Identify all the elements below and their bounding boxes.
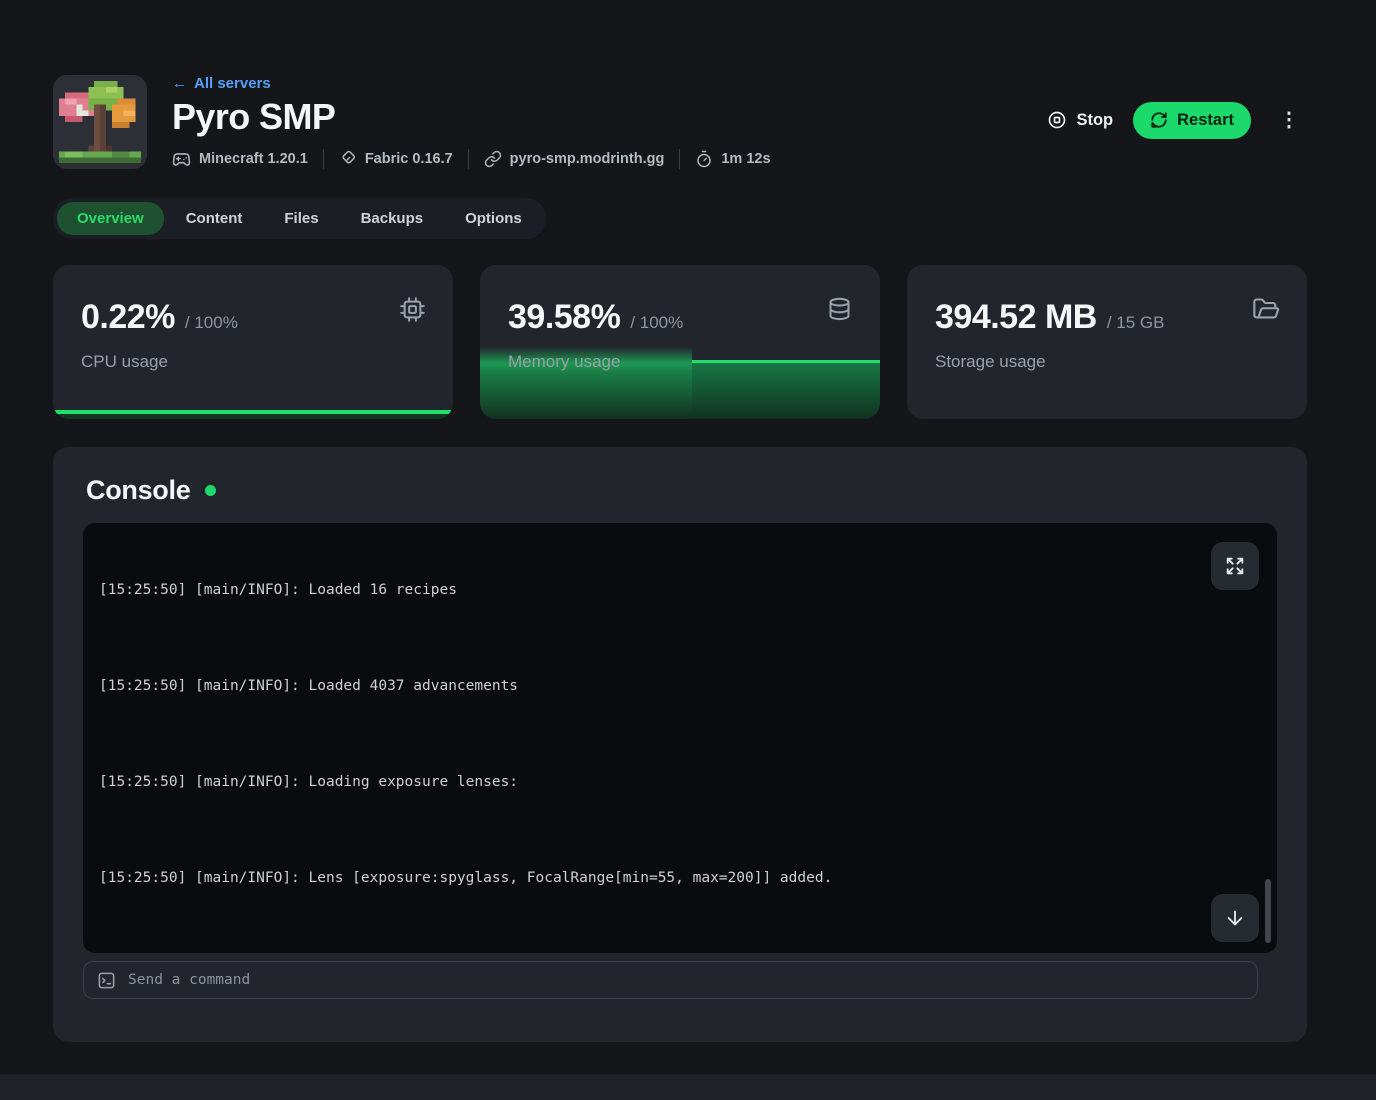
memory-usage-value: 39.58%: [508, 298, 620, 337]
stop-circle-icon: [1047, 110, 1067, 130]
console-scrollbar-thumb[interactable]: [1265, 879, 1271, 943]
log-line: [15:25:50] [main/INFO]: Loaded 4037 adva…: [99, 670, 1261, 702]
log-line: [15:25:50] [main/INFO]: Loaded 16 recipe…: [99, 574, 1261, 606]
meta-label: Fabric 0.16.7: [365, 151, 453, 167]
tab-content[interactable]: Content: [166, 202, 263, 235]
memory-usage-max: / 100%: [630, 313, 683, 333]
log-line: [15:25:50] [main/INFO]: Loading exposure…: [99, 766, 1261, 798]
console-title: Console: [86, 475, 190, 506]
console-log-viewport[interactable]: [15:25:50] [main/INFO]: Loaded 16 recipe…: [83, 523, 1277, 953]
stats-row: 0.22% / 100% CPU usage 39.58% / 100% Mem…: [53, 265, 1307, 419]
memory-usage-label: Memory usage: [508, 352, 852, 372]
server-tabs: Overview Content Files Backups Options: [53, 198, 546, 239]
next-section-edge: [0, 1074, 1376, 1100]
link-icon: [484, 150, 502, 168]
restart-button-label: Restart: [1177, 111, 1234, 130]
folder-open-icon: [1252, 296, 1280, 324]
expand-icon: [1224, 555, 1246, 577]
cpu-usage-max: / 100%: [185, 313, 238, 333]
meta-divider: [323, 149, 324, 169]
meta-label: pyro-smp.modrinth.gg: [510, 151, 665, 167]
cpu-usage-card: 0.22% / 100% CPU usage: [53, 265, 453, 419]
meta-divider: [468, 149, 469, 169]
cpu-usage-graph: [53, 410, 453, 419]
arrow-down-icon: [1224, 907, 1246, 929]
console-fullscreen-button[interactable]: [1211, 542, 1259, 590]
storage-usage-value: 394.52 MB: [935, 298, 1097, 337]
storage-usage-max: / 15 GB: [1107, 313, 1165, 333]
stop-button[interactable]: Stop: [1047, 110, 1113, 130]
gamepad-icon: [172, 150, 191, 169]
scroll-to-bottom-button[interactable]: [1211, 894, 1259, 942]
command-input-row: [83, 961, 1258, 999]
console-card: Console [15:25:50] [main/INFO]: Loaded 1…: [53, 447, 1307, 1042]
meta-uptime: 1m 12s: [695, 150, 770, 168]
fabric-loader-icon: [339, 150, 357, 168]
back-link-label: All servers: [194, 75, 271, 92]
memory-usage-card: 39.58% / 100% Memory usage: [480, 265, 880, 419]
cpu-icon: [399, 296, 426, 323]
server-online-status-dot: [205, 485, 216, 496]
meta-server-address[interactable]: pyro-smp.modrinth.gg: [484, 150, 665, 168]
meta-divider: [679, 149, 680, 169]
kebab-icon: ⋮: [1279, 109, 1299, 131]
database-icon: [826, 296, 853, 323]
tab-options[interactable]: Options: [445, 202, 542, 235]
server-meta-row: Minecraft 1.20.1 Fabric 0.16.7: [172, 149, 771, 169]
meta-game-version: Minecraft 1.20.1: [172, 150, 308, 169]
pixel-tree-image: [53, 75, 147, 169]
timer-icon: [695, 150, 713, 168]
log-line: [15:25:50] [main/INFO]: Lens [exposure:s…: [99, 862, 1261, 894]
console-title-row: Console: [86, 475, 1277, 506]
server-header: ← All servers Pyro SMP Minecraft 1.20.1: [53, 0, 1307, 169]
stop-button-label: Stop: [1076, 111, 1113, 130]
more-options-button[interactable]: ⋮: [1271, 106, 1307, 134]
command-input[interactable]: [128, 972, 1244, 988]
cpu-usage-label: CPU usage: [81, 352, 425, 372]
meta-loader: Fabric 0.16.7: [339, 150, 453, 168]
meta-label: 1m 12s: [721, 151, 770, 167]
back-to-all-servers-link[interactable]: ← All servers: [172, 75, 271, 92]
header-actions: Stop Restart ⋮: [1047, 101, 1307, 139]
console-log: [15:25:50] [main/INFO]: Loaded 16 recipe…: [99, 523, 1261, 953]
back-arrow-icon: ←: [172, 75, 187, 92]
tab-files[interactable]: Files: [264, 202, 338, 235]
restart-icon: [1150, 111, 1168, 129]
cpu-usage-value: 0.22%: [81, 298, 175, 337]
meta-label: Minecraft 1.20.1: [199, 151, 308, 167]
storage-usage-card: 394.52 MB / 15 GB Storage usage: [907, 265, 1307, 419]
storage-usage-label: Storage usage: [935, 352, 1279, 372]
terminal-icon: [97, 971, 116, 990]
server-avatar: [53, 75, 147, 169]
tab-backups[interactable]: Backups: [341, 202, 444, 235]
tab-overview[interactable]: Overview: [57, 202, 164, 235]
restart-button[interactable]: Restart: [1133, 102, 1251, 139]
server-info: ← All servers Pyro SMP Minecraft 1.20.1: [172, 75, 771, 169]
page-title: Pyro SMP: [172, 96, 771, 138]
